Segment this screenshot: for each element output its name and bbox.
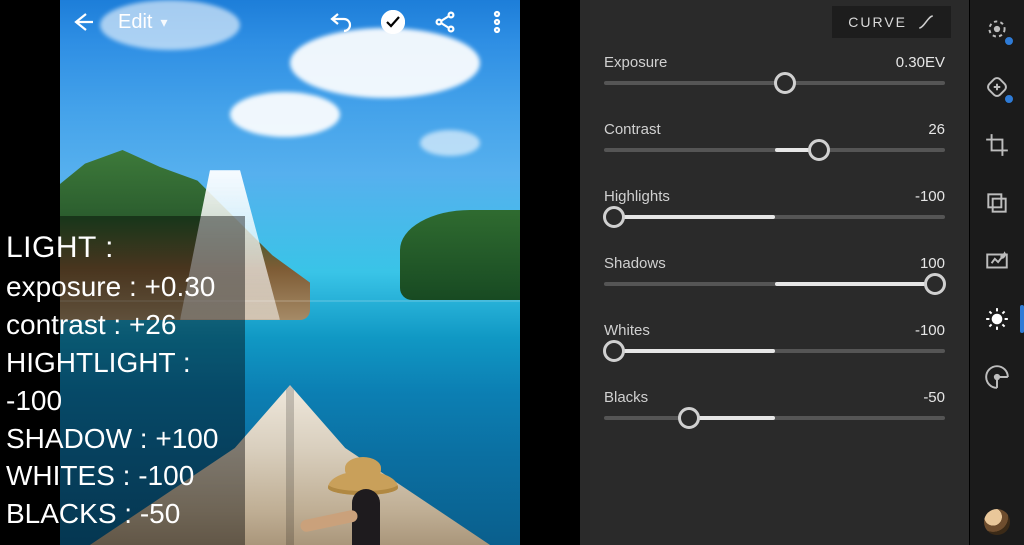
slider-track[interactable] — [604, 148, 945, 152]
slider-whites[interactable]: Whites -100 — [604, 322, 945, 353]
slider-value: -100 — [915, 322, 945, 339]
active-indicator — [1020, 305, 1024, 333]
slider-value: 26 — [928, 121, 945, 138]
slider-label: Blacks — [604, 389, 648, 406]
slider-exposure[interactable]: Exposure 0.30EV — [604, 54, 945, 85]
person-shape — [328, 471, 398, 495]
slider-blacks[interactable]: Blacks -50 — [604, 389, 945, 420]
slider-shadows[interactable]: Shadows 100 — [604, 255, 945, 286]
curve-button[interactable]: CURVE — [832, 6, 951, 38]
overlay-line: WHITES : -100 — [6, 457, 235, 495]
slider-track[interactable] — [604, 282, 945, 286]
healing-tool-icon[interactable] — [982, 72, 1012, 102]
undo-icon[interactable] — [324, 5, 358, 39]
overlay-line: exposure : +0.30 — [6, 268, 235, 306]
slider-label: Shadows — [604, 255, 666, 272]
slider-label: Whites — [604, 322, 650, 339]
overlay-line: contrast : +26 — [6, 306, 235, 344]
overlay-line: SHADOW : +100 — [6, 420, 235, 458]
edit-menu[interactable]: Edit — [118, 11, 152, 34]
slider-thumb[interactable] — [603, 206, 625, 228]
chevron-down-icon[interactable]: ▾ — [160, 14, 167, 31]
presets-tool-icon[interactable] — [982, 188, 1012, 218]
photo-pane: Edit ▾ LIGHT : exposure : +0.30 contrast… — [0, 0, 580, 545]
auto-tool-icon[interactable] — [982, 246, 1012, 276]
slider-value: 100 — [920, 255, 945, 272]
slider-highlights[interactable]: Highlights -100 — [604, 188, 945, 219]
editor-topbar: Edit ▾ — [60, 0, 520, 44]
new-badge-icon — [1004, 36, 1014, 46]
tool-rail — [970, 0, 1024, 545]
slider-value: -50 — [923, 389, 945, 406]
back-arrow-icon[interactable] — [66, 5, 100, 39]
island-shape — [400, 210, 520, 300]
crop-tool-icon[interactable] — [982, 130, 1012, 160]
slider-label: Exposure — [604, 54, 667, 71]
slider-thumb[interactable] — [774, 72, 796, 94]
slider-thumb[interactable] — [603, 340, 625, 362]
slider-track[interactable] — [604, 81, 945, 85]
curve-label: CURVE — [848, 14, 907, 30]
slider-track[interactable] — [604, 349, 945, 353]
color-tool-icon[interactable] — [982, 362, 1012, 392]
slider-thumb[interactable] — [808, 139, 830, 161]
overlay-heading: LIGHT : — [6, 228, 235, 269]
slider-value: 0.30EV — [896, 54, 945, 71]
slider-label: Contrast — [604, 121, 661, 138]
overlay-line: BLACKS : -50 — [6, 495, 235, 533]
profile-avatar[interactable] — [984, 509, 1010, 535]
slider-value: -100 — [915, 188, 945, 205]
cloud-shape — [230, 92, 340, 137]
share-icon[interactable] — [428, 5, 462, 39]
slider-track[interactable] — [604, 416, 945, 420]
slider-contrast[interactable]: Contrast 26 — [604, 121, 945, 152]
light-tool-icon[interactable] — [982, 304, 1012, 334]
slider-thumb[interactable] — [924, 273, 946, 295]
slider-thumb[interactable] — [678, 407, 700, 429]
check-circle-icon[interactable] — [376, 5, 410, 39]
light-sliders-panel: CURVE Exposure 0.30EV Contrast 26 Highli… — [580, 0, 970, 545]
new-badge-icon — [1004, 94, 1014, 104]
cloud-shape — [420, 130, 480, 156]
overlay-line: HIGHTLIGHT : -100 — [6, 344, 235, 420]
selective-tool-icon[interactable] — [982, 14, 1012, 44]
settings-overlay: LIGHT : exposure : +0.30 contrast : +26 … — [0, 216, 245, 545]
slider-label: Highlights — [604, 188, 670, 205]
more-vertical-icon[interactable] — [480, 5, 514, 39]
curve-icon — [917, 13, 935, 31]
slider-track[interactable] — [604, 215, 945, 219]
